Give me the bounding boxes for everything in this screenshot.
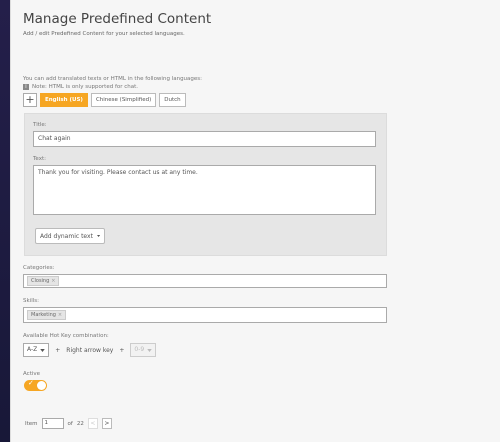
content-editor-box: Title: Chat again Text: Thank you for vi… [24,113,387,256]
hotkey-row: A-Z + Right arrow key + 0-9 [23,343,157,357]
pager-prev-button[interactable]: < [87,418,98,429]
html-note-text: Note: HTML is only supported for chat. [32,84,139,90]
add-dynamic-text-label: Add dynamic text [40,232,93,240]
categories-label: Categories: [23,265,55,271]
category-tag: Closing × [27,276,60,286]
active-label: Active [23,371,41,377]
chevron-down-icon [147,348,152,352]
tab-dutch[interactable]: Dutch [159,93,186,107]
skill-tag-remove-icon[interactable]: × [58,312,62,318]
pager-item-label: Item [25,420,38,427]
add-dynamic-text-button[interactable]: Add dynamic text [35,228,105,244]
text-label: Text: [33,156,46,162]
languages-info: You can add translated texts or HTML in … [23,76,203,82]
pager-next-button[interactable]: > [101,418,112,429]
html-note: i Note: HTML is only supported for chat. [23,84,138,90]
add-language-button[interactable]: + [23,93,37,107]
language-tabs: + English (US) Chinese (Simplified) Dutc… [23,93,186,107]
category-tag-remove-icon[interactable]: × [51,278,55,284]
title-input[interactable]: Chat again [33,131,376,147]
info-icon: i [23,84,29,90]
hotkey-label: Available Hot Key combination: [23,333,109,339]
title-label: Title: [33,122,47,128]
page-subtitle: Add / edit Predefined Content for your s… [23,31,185,37]
active-toggle[interactable]: ✓ [24,379,47,391]
toggle-knob [37,381,46,390]
hotkey-modifier-value: A-Z [27,346,38,353]
categories-input[interactable]: Closing × [23,274,387,288]
pagination: Item 1 of 22 < > [25,418,112,429]
skills-input[interactable]: Marketing × [23,307,387,323]
hotkey-number-value: 0-9 [134,346,145,353]
text-input[interactable]: Thank you for visiting. Please contact u… [33,165,376,215]
check-icon: ✓ [28,379,34,387]
chevron-down-icon [96,234,100,238]
page-title: Manage Predefined Content [23,11,212,27]
pager-current-input[interactable]: 1 [41,418,64,429]
skill-tag: Marketing × [27,310,67,320]
tab-english-us[interactable]: English (US) [40,93,88,107]
hotkey-key: Right arrow key [66,346,114,354]
pager-of-label: of [67,420,73,427]
pager-total: 22 [76,420,84,427]
hotkey-modifier-select[interactable]: A-Z [23,343,50,357]
chevron-down-icon [40,348,45,352]
skill-tag-label: Marketing [31,312,56,318]
hotkey-number-select[interactable]: 0-9 [130,343,157,357]
predefined-content-panel: Manage Predefined Content Add / edit Pre… [10,0,500,442]
skills-label: Skills: [23,298,39,304]
tab-chinese-simplified[interactable]: Chinese (Simplified) [90,93,157,107]
hotkey-plus-1: + [55,346,61,354]
category-tag-label: Closing [31,278,50,284]
hotkey-plus-2: + [119,346,125,354]
background-strip [0,0,10,442]
